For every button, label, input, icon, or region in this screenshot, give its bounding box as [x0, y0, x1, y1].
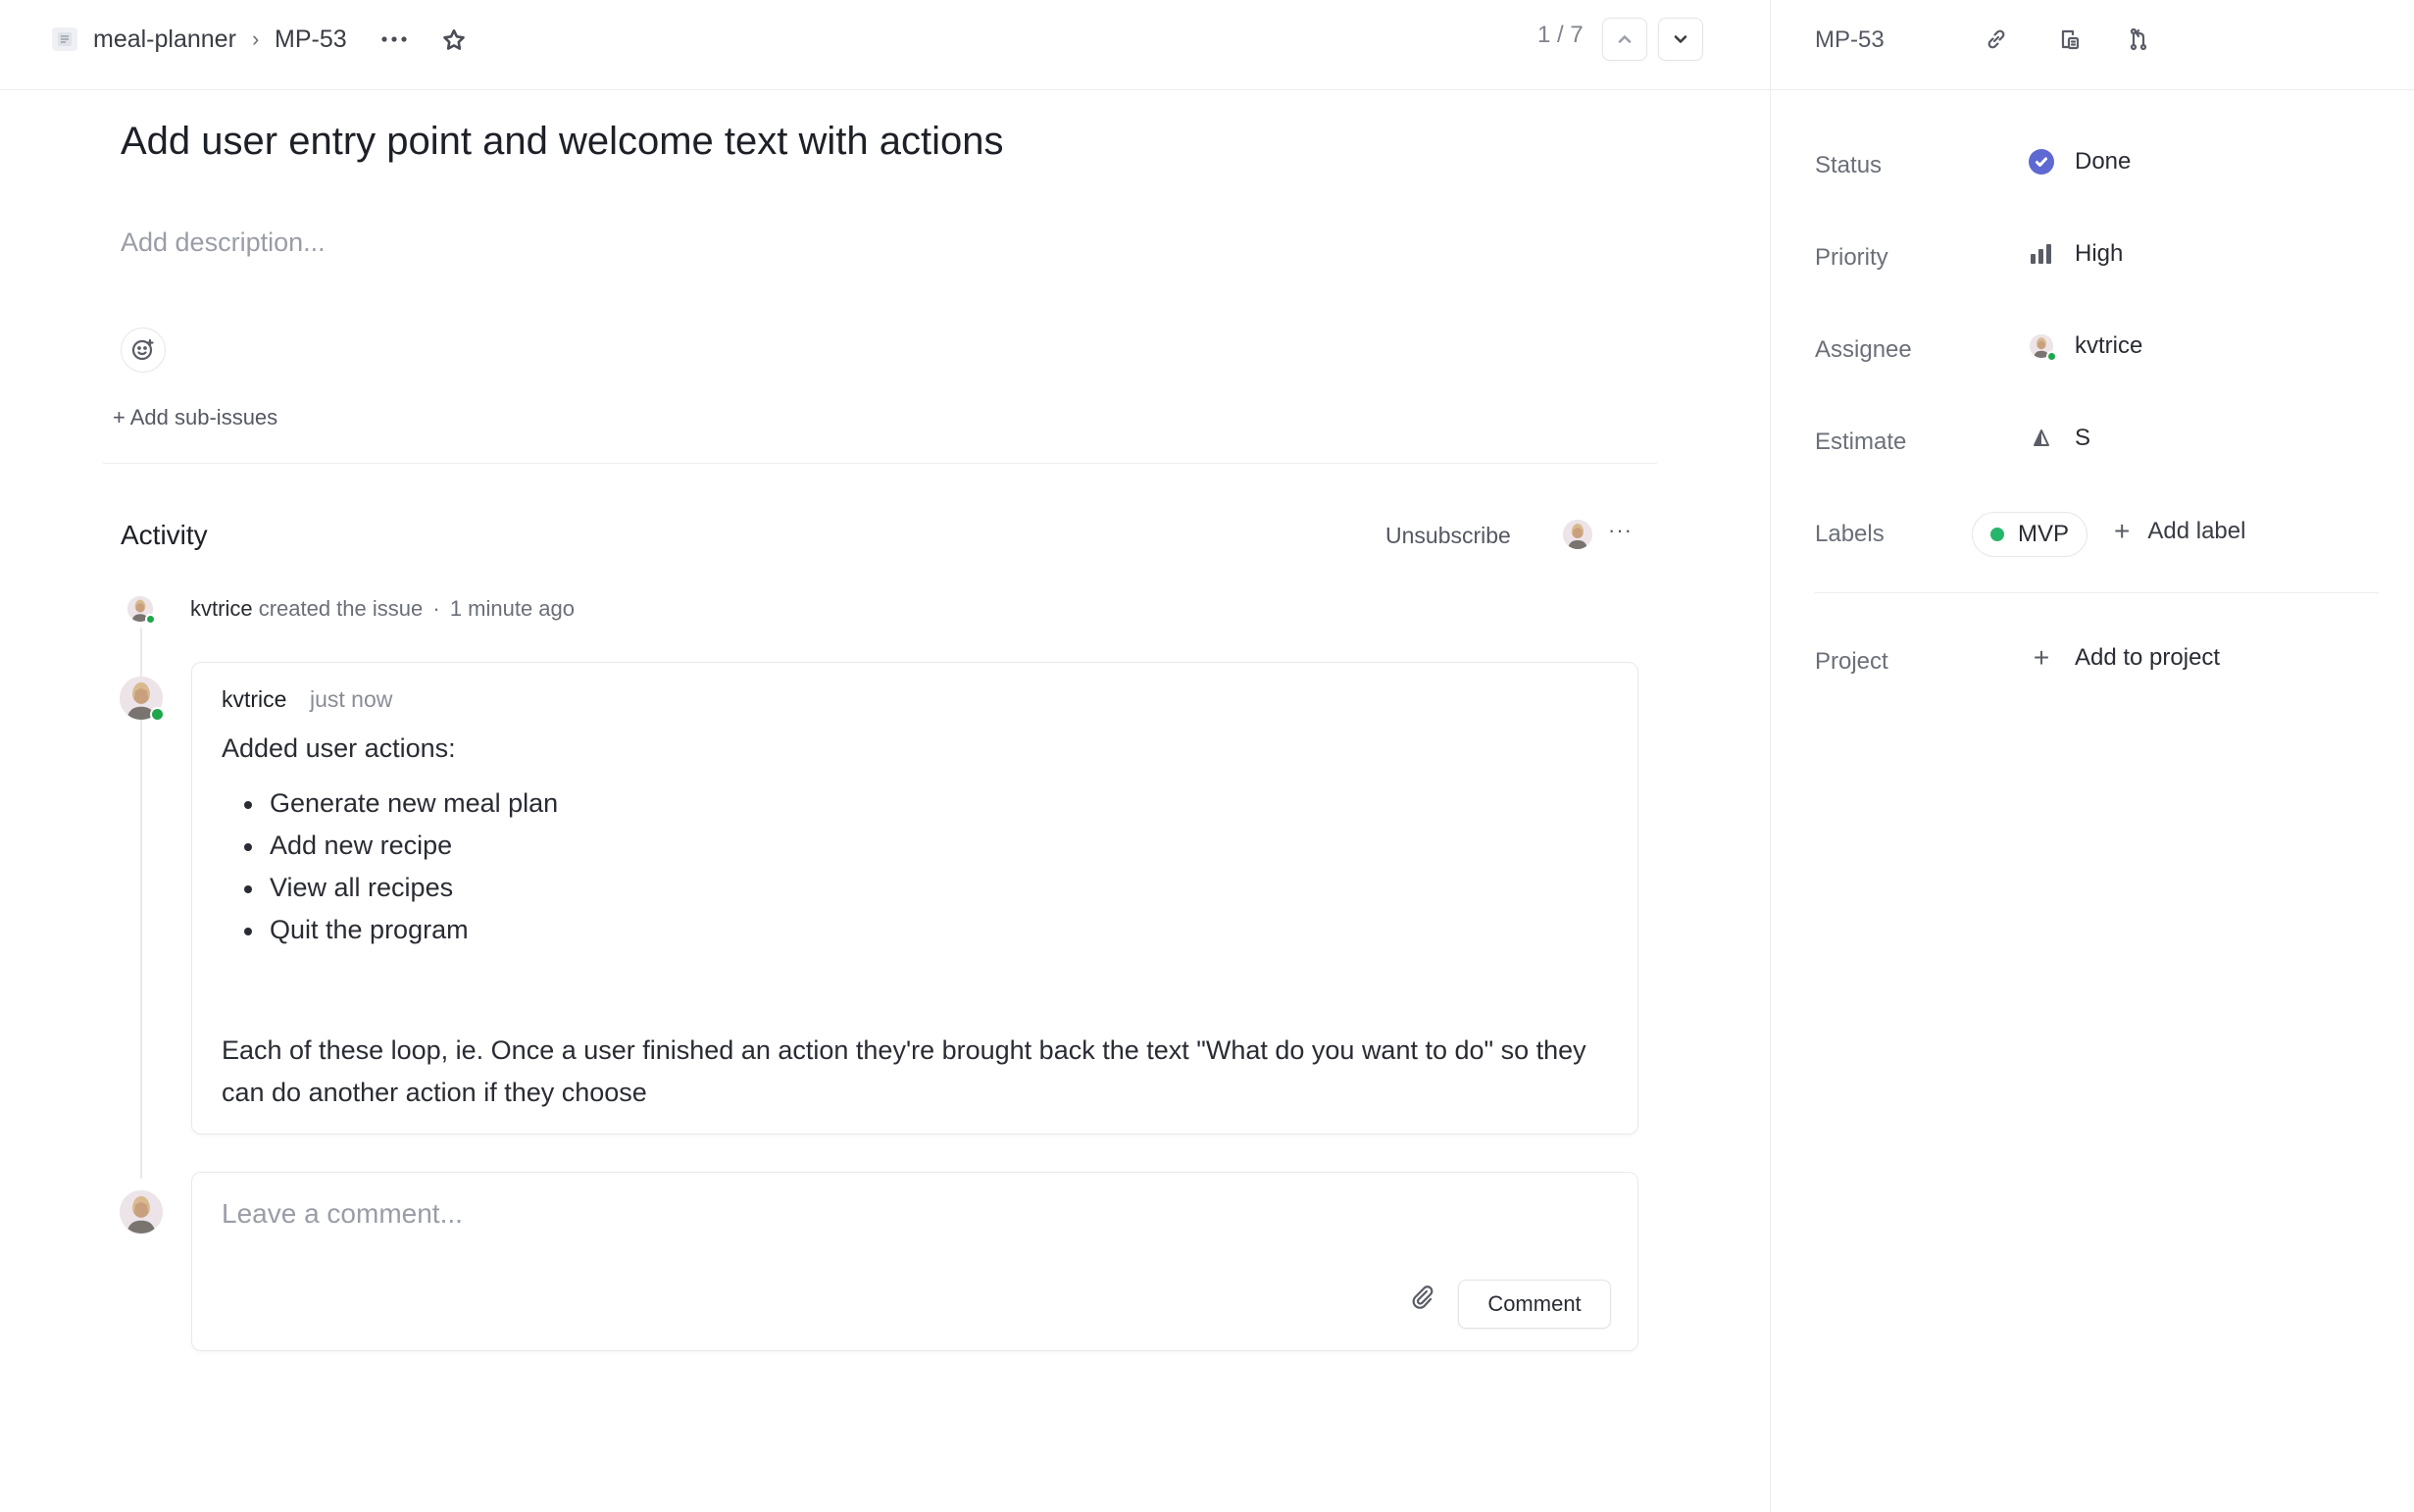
issue-title[interactable]: Add user entry point and welcome text wi…: [121, 120, 1003, 164]
comment-paragraph: Each of these loop, ie. Once a user fini…: [222, 1035, 1586, 1107]
chevron-up-icon: [1618, 35, 1632, 43]
avatar: [120, 677, 165, 722]
breadcrumb-separator: ›: [252, 0, 259, 78]
status-done-icon: [2028, 148, 2055, 176]
label-chip-mvp[interactable]: MVP: [1972, 512, 2088, 557]
plus-icon: +: [2114, 516, 2131, 546]
activity-event: kvtrice created the issue · 1 minute ago: [190, 596, 575, 622]
project-icon: [52, 27, 77, 51]
copy-branch-icon[interactable]: [2050, 22, 2086, 57]
sidebar-divider: [1815, 592, 2379, 593]
activity-heading: Activity: [121, 520, 208, 550]
paperclip-icon[interactable]: [1408, 1283, 1437, 1312]
git-branch-icon[interactable]: [2121, 22, 2156, 57]
list-item: View all recipes: [244, 867, 558, 909]
plus-icon: +: [2033, 642, 2050, 673]
online-indicator: [2046, 351, 2057, 362]
link-icon[interactable]: [1979, 22, 2014, 57]
priority-value: High: [2075, 240, 2124, 267]
label-color-dot: [1990, 528, 2004, 541]
comment-editor[interactable]: Leave a comment... Comment: [191, 1172, 1638, 1351]
unsubscribe-button[interactable]: Unsubscribe: [1385, 523, 1511, 549]
status-label: Status: [1815, 152, 1883, 178]
sidebar-issue-id: MP-53: [1815, 26, 1885, 53]
avatar: [2028, 332, 2057, 362]
estimate-icon: [2028, 425, 2055, 452]
add-to-project-button[interactable]: + Add to project: [2028, 644, 2220, 672]
priority-property[interactable]: High: [2028, 240, 2123, 268]
breadcrumb-issue-id[interactable]: MP-53: [275, 0, 347, 78]
estimate-label: Estimate: [1815, 428, 1907, 455]
sidebar-header: MP-53: [1771, 0, 2414, 90]
label-chip-text: MVP: [2018, 521, 2070, 547]
comment-author[interactable]: kvtrice: [222, 686, 286, 713]
event-separator: ·: [432, 596, 440, 621]
list-item: Add new recipe: [244, 825, 558, 867]
comment-input-placeholder[interactable]: Leave a comment...: [222, 1198, 463, 1230]
comment-time: just now: [310, 686, 393, 712]
previous-issue-button[interactable]: [1602, 18, 1647, 61]
add-sub-issues-button[interactable]: + Add sub-issues: [113, 405, 277, 430]
priority-bars-icon: [2028, 240, 2055, 268]
estimate-value: S: [2075, 425, 2091, 451]
event-time: 1 minute ago: [449, 596, 576, 621]
breadcrumb-separator-glyph: ›: [252, 26, 260, 51]
breadcrumb-project-label: meal-planner: [93, 25, 236, 53]
event-user[interactable]: kvtrice: [190, 596, 253, 621]
list-item: Quit the program: [244, 909, 558, 951]
issue-topbar: meal-planner › MP-53 1 / 7: [0, 0, 1770, 90]
breadcrumb-issue-id-label: MP-53: [275, 25, 347, 53]
comment-list: Generate new meal plan Add new recipe Vi…: [244, 782, 558, 951]
add-label-text: Add label: [2147, 518, 2246, 544]
chevron-down-icon: [1674, 35, 1687, 43]
status-value: Done: [2075, 148, 2132, 175]
next-issue-button[interactable]: [1658, 18, 1703, 61]
assignee-value: kvtrice: [2075, 332, 2143, 359]
comment-submit-button[interactable]: Comment: [1458, 1280, 1611, 1329]
check-icon: [2036, 157, 2047, 167]
online-indicator: [145, 614, 156, 625]
online-indicator: [150, 707, 165, 722]
add-reaction-button[interactable]: [121, 328, 166, 373]
avatar: [127, 596, 156, 625]
subscriber-avatar[interactable]: [1563, 520, 1592, 549]
section-divider: [103, 463, 1657, 464]
list-item: Generate new meal plan: [244, 782, 558, 825]
assignee-label: Assignee: [1815, 336, 1912, 363]
status-property[interactable]: Done: [2028, 148, 2131, 176]
pager-count: 1 / 7: [1537, 22, 1584, 48]
priority-label: Priority: [1815, 244, 1888, 271]
comment-intro: Added user actions:: [222, 733, 456, 763]
event-action: created the issue: [258, 596, 424, 621]
project-label: Project: [1815, 648, 1888, 675]
project-value: Add to project: [2075, 644, 2221, 671]
add-label-button[interactable]: + Add label: [2114, 518, 2245, 545]
issue-description-placeholder[interactable]: Add description...: [121, 227, 326, 258]
assignee-property[interactable]: kvtrice: [2028, 332, 2143, 362]
activity-more-icon[interactable]: ···: [1608, 518, 1633, 543]
comment-card: kvtrice just now Added user actions: Gen…: [191, 662, 1638, 1134]
emoji-add-icon: [131, 338, 154, 361]
issue-properties-sidebar: MP-53 Status Done Priority High Assignee…: [1770, 0, 2414, 1512]
issue-main-pane: meal-planner › MP-53 1 / 7 Add user entr: [0, 0, 1770, 1512]
labels-label: Labels: [1815, 521, 1885, 547]
more-icon[interactable]: [377, 24, 412, 55]
estimate-property[interactable]: S: [2028, 425, 2090, 452]
avatar: [120, 1190, 163, 1234]
issue-view: meal-planner › MP-53 1 / 7 Add user entr: [0, 0, 2414, 1512]
star-icon[interactable]: [437, 24, 471, 57]
breadcrumb-project[interactable]: meal-planner: [93, 0, 236, 78]
